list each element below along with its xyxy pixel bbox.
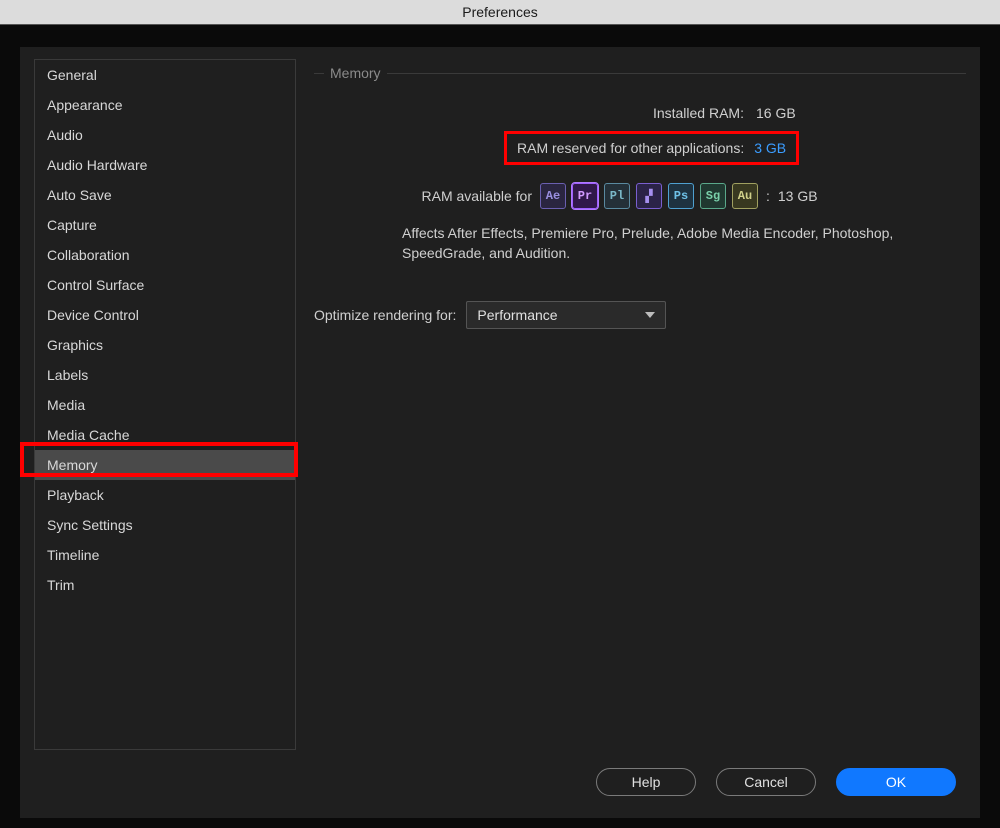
sidebar-item-sync-settings[interactable]: Sync Settings: [35, 510, 295, 540]
cancel-button[interactable]: Cancel: [716, 768, 816, 796]
app-after-effects-icon: Ae: [540, 183, 566, 209]
sidebar-item-timeline[interactable]: Timeline: [35, 540, 295, 570]
window-titlebar: Preferences: [0, 0, 1000, 25]
sidebar-item-memory[interactable]: Memory: [35, 450, 295, 480]
ram-reserved-row: RAM reserved for other applications: 3 G…: [324, 127, 956, 171]
ram-available-label: RAM available for: [402, 188, 532, 204]
app-speedgrade-icon: Sg: [700, 183, 726, 209]
sidebar-item-audio[interactable]: Audio: [35, 120, 295, 150]
sidebar-item-appearance[interactable]: Appearance: [35, 90, 295, 120]
app-icons: Ae Pr Pl ▞ Ps Sg Au: [540, 183, 758, 209]
installed-ram-row: Installed RAM: 16 GB: [324, 105, 956, 121]
preferences-dialog: General Appearance Audio Audio Hardware …: [20, 47, 980, 818]
app-audition-icon: Au: [732, 183, 758, 209]
sidebar-item-playback[interactable]: Playback: [35, 480, 295, 510]
ok-button[interactable]: OK: [836, 768, 956, 796]
installed-ram-value: 16 GB: [756, 105, 820, 121]
sidebar-item-auto-save[interactable]: Auto Save: [35, 180, 295, 210]
sidebar-item-collaboration[interactable]: Collaboration: [35, 240, 295, 270]
ram-available-colon: :: [766, 188, 770, 204]
sidebar-item-media[interactable]: Media: [35, 390, 295, 420]
sidebar-item-audio-hardware[interactable]: Audio Hardware: [35, 150, 295, 180]
optimize-select[interactable]: Performance: [466, 301, 666, 329]
app-premiere-pro-icon: Pr: [572, 183, 598, 209]
ram-reserved-label: RAM reserved for other applications:: [517, 140, 744, 156]
optimize-row: Optimize rendering for: Performance: [314, 301, 966, 329]
memory-group: Memory Installed RAM: 16 GB RAM reserved…: [314, 65, 966, 285]
chevron-down-icon: [645, 312, 655, 318]
preferences-content: Memory Installed RAM: 16 GB RAM reserved…: [314, 59, 966, 750]
optimize-select-value: Performance: [477, 307, 557, 323]
app-prelude-icon: Pl: [604, 183, 630, 209]
help-button[interactable]: Help: [596, 768, 696, 796]
dialog-main: General Appearance Audio Audio Hardware …: [20, 47, 980, 750]
ram-reserved-value[interactable]: 3 GB: [754, 140, 786, 156]
sidebar-item-device-control[interactable]: Device Control: [35, 300, 295, 330]
sidebar-item-control-surface[interactable]: Control Surface: [35, 270, 295, 300]
app-photoshop-icon: Ps: [668, 183, 694, 209]
sidebar-item-labels[interactable]: Labels: [35, 360, 295, 390]
window-title: Preferences: [462, 4, 537, 20]
installed-ram-label: Installed RAM:: [404, 105, 744, 121]
ram-available-row: RAM available for Ae Pr Pl ▞ Ps Sg Au : …: [324, 183, 956, 209]
sidebar-item-general[interactable]: General: [35, 60, 295, 90]
preferences-sidebar: General Appearance Audio Audio Hardware …: [34, 59, 296, 750]
dialog-button-row: Help Cancel OK: [20, 750, 980, 818]
memory-affects-text: Affects After Effects, Premiere Pro, Pre…: [324, 223, 956, 263]
sidebar-item-trim[interactable]: Trim: [35, 570, 295, 600]
ram-available-value: 13 GB: [778, 188, 818, 204]
optimize-label: Optimize rendering for:: [314, 307, 456, 323]
app-media-encoder-icon: ▞: [636, 183, 662, 209]
memory-legend: Memory: [324, 65, 387, 81]
sidebar-item-graphics[interactable]: Graphics: [35, 330, 295, 360]
sidebar-item-media-cache[interactable]: Media Cache: [35, 420, 295, 450]
dialog-stage: General Appearance Audio Audio Hardware …: [0, 25, 1000, 828]
sidebar-item-capture[interactable]: Capture: [35, 210, 295, 240]
ram-reserved-highlight: RAM reserved for other applications: 3 G…: [504, 131, 799, 165]
